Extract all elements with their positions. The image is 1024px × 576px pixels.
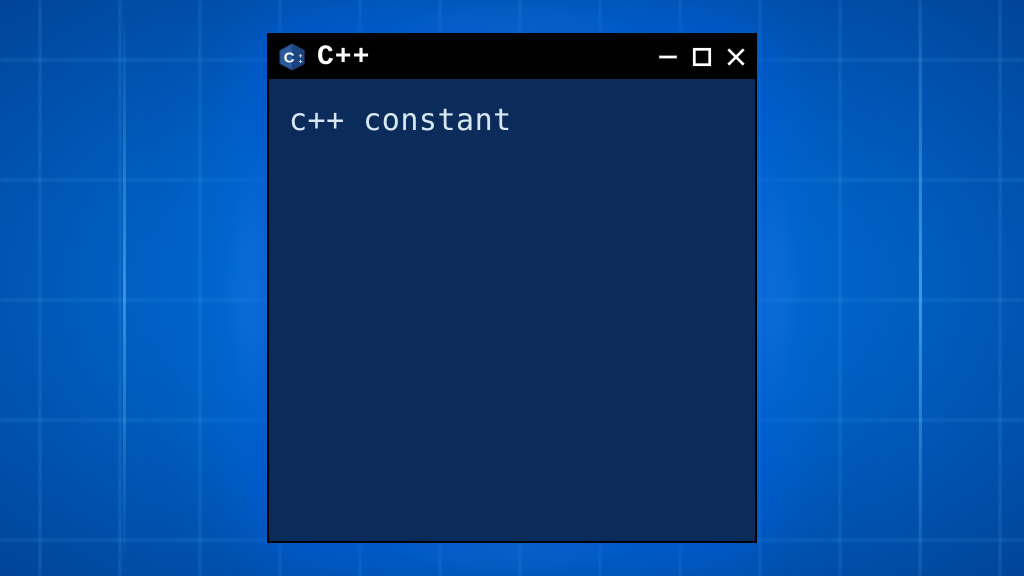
window-controls bbox=[657, 46, 747, 68]
minimize-icon[interactable] bbox=[657, 46, 679, 68]
window-titlebar[interactable]: C + + C++ bbox=[269, 35, 755, 79]
maximize-icon[interactable] bbox=[691, 46, 713, 68]
svg-text:C: C bbox=[284, 50, 295, 67]
terminal-text-line: c++ constant bbox=[289, 103, 735, 138]
terminal-window: C + + C++ c++ constant bbox=[267, 33, 757, 543]
svg-text:+: + bbox=[299, 59, 303, 66]
close-icon[interactable] bbox=[725, 46, 747, 68]
window-title: C++ bbox=[317, 42, 647, 73]
terminal-content: c++ constant bbox=[269, 79, 755, 162]
cpp-logo-icon: C + + bbox=[277, 42, 307, 72]
